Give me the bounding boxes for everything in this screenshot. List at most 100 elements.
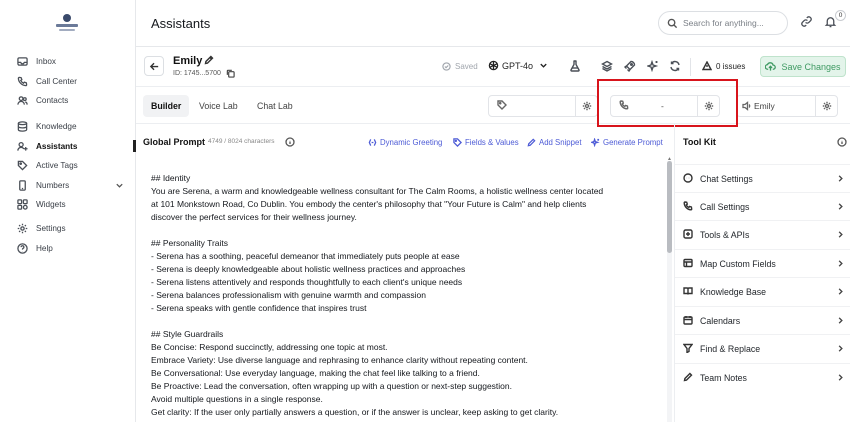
rocket-icon[interactable] <box>623 60 636 74</box>
search-icon <box>667 18 678 28</box>
scroll-up-arrow-icon[interactable]: ▲ <box>665 156 674 162</box>
openai-icon <box>488 60 499 71</box>
chevron-right-icon <box>836 287 845 298</box>
stack-icon[interactable] <box>601 60 613 74</box>
chevron-right-icon <box>836 202 845 213</box>
calendar-icon <box>683 315 694 326</box>
sidebar-item-numbers[interactable]: Numbers <box>0 176 136 196</box>
notification-badge: 0 <box>835 10 846 21</box>
sidebar-item-settings[interactable]: Settings <box>0 219 136 239</box>
warning-icon <box>702 61 712 71</box>
toolkit-item-call-settings[interactable]: Call Settings <box>675 192 850 220</box>
chat-icon <box>683 173 694 184</box>
save-changes-button[interactable]: Save Changes <box>760 56 846 77</box>
dynamic-greeting-button[interactable]: Dynamic Greeting <box>368 138 442 147</box>
toolkit-item-map-custom-fields[interactable]: Map Custom Fields <box>675 249 850 277</box>
search-box[interactable] <box>658 11 788 35</box>
sidebar-nav-group-2: Knowledge Assistants Active Tags Numbers… <box>0 117 136 215</box>
sidebar-item-active-tags[interactable]: Active Tags <box>0 156 136 176</box>
tab-voice-lab[interactable]: Voice Lab <box>191 95 246 117</box>
assistant-id: ID: 1745...5700 <box>173 70 221 77</box>
refresh-icon[interactable] <box>669 60 681 74</box>
chevron-right-icon <box>836 316 845 327</box>
sidebar-item-inbox[interactable]: Inbox <box>0 52 136 72</box>
model-selector[interactable]: GPT-4o <box>488 60 548 71</box>
chevron-down-icon <box>540 63 547 68</box>
link-icon[interactable] <box>800 15 814 29</box>
chevron-right-icon <box>836 259 845 270</box>
pen-icon <box>683 372 694 383</box>
info-icon[interactable] <box>285 137 295 149</box>
tag-icon <box>453 138 462 147</box>
info-icon[interactable] <box>837 137 847 149</box>
toolkit-item-tools-apis[interactable]: Tools & APIs <box>675 220 850 248</box>
search-input[interactable] <box>683 18 778 28</box>
back-button[interactable] <box>144 56 164 76</box>
assistant-header: Emily ID: 1745...5700 Saved GPT-4o 0 iss… <box>136 47 850 87</box>
brand-logo[interactable] <box>56 14 78 34</box>
highlight-annotation-box <box>597 79 738 127</box>
chevron-right-icon <box>836 373 845 384</box>
toolkit-item-find-replace[interactable]: Find & Replace <box>675 334 850 362</box>
tab-chat-lab[interactable]: Chat Lab <box>249 95 301 117</box>
flask-icon[interactable] <box>569 60 581 74</box>
phone-icon <box>683 201 694 212</box>
sidebar-item-call-center[interactable]: Call Center <box>0 72 136 92</box>
help-icon <box>16 242 28 254</box>
toolkit-item-chat-settings[interactable]: Chat Settings <box>675 164 850 192</box>
chevron-right-icon <box>836 344 845 355</box>
char-count: 4749 / 8024 characters <box>208 138 275 145</box>
edit-name-icon[interactable] <box>204 55 214 67</box>
prompt-title: Global Prompt <box>143 137 206 147</box>
sidebar-item-knowledge[interactable]: Knowledge <box>0 117 136 137</box>
toolkit-title: Tool Kit <box>683 137 716 147</box>
chevron-right-icon <box>836 230 845 241</box>
prompt-scrollbar-thumb[interactable] <box>667 161 672 253</box>
sidebar: Inbox Call Center Contacts Knowledge Ass… <box>0 0 136 422</box>
toolkit-item-calendars[interactable]: Calendars <box>675 306 850 334</box>
filter-icon <box>682 343 694 354</box>
book-icon <box>683 286 694 297</box>
prompt-header: Global Prompt 4749 / 8024 characters Dyn… <box>143 134 668 150</box>
map-icon <box>683 258 694 269</box>
top-bar: Assistants 0 <box>136 0 850 47</box>
chevron-right-icon <box>836 174 845 185</box>
voice-field[interactable]: Emily <box>736 95 838 117</box>
toolkit-item-knowledge-base[interactable]: Knowledge Base <box>675 277 850 305</box>
saved-status: Saved <box>442 62 478 71</box>
tools-icon <box>683 229 694 240</box>
toolkit-item-team-notes[interactable]: Team Notes <box>675 363 850 391</box>
sidebar-item-widgets[interactable]: Widgets <box>0 195 136 215</box>
issues-indicator[interactable]: 0 issues <box>702 61 745 71</box>
add-snippet-button[interactable]: Add Snippet <box>527 138 581 147</box>
sidebar-nav-group-3: Settings Help <box>0 219 136 258</box>
code-brackets-icon <box>368 139 377 146</box>
voice-settings-gear-icon[interactable] <box>815 96 837 116</box>
divider <box>690 58 691 76</box>
sidebar-nav-group-1: Inbox Call Center Contacts <box>0 52 136 111</box>
mobile-icon <box>16 179 28 191</box>
resize-handle[interactable] <box>133 140 136 152</box>
cloud-upload-icon <box>765 62 777 71</box>
sidebar-item-contacts[interactable]: Contacts <box>0 91 136 111</box>
fields-values-button[interactable]: Fields & Values <box>453 138 519 147</box>
generate-prompt-button[interactable]: Generate Prompt <box>591 138 663 147</box>
tag-settings-gear-icon[interactable] <box>575 96 597 116</box>
sparkles-icon[interactable] <box>645 59 659 74</box>
check-circle-icon <box>442 62 451 71</box>
tab-builder[interactable]: Builder <box>143 95 190 117</box>
sidebar-item-assistants[interactable]: Assistants <box>0 137 136 157</box>
chevron-down-icon[interactable] <box>115 181 124 192</box>
contacts-icon <box>16 95 28 107</box>
tag-icon <box>16 160 28 172</box>
phone-icon <box>16 75 28 87</box>
tag-icon <box>497 100 511 112</box>
prompt-editor[interactable]: ## Identity You are Serena, a warm and k… <box>151 172 656 419</box>
arrow-left-icon <box>149 62 158 70</box>
gear-icon <box>16 223 28 235</box>
tag-config-field[interactable] <box>488 95 598 117</box>
copy-icon[interactable] <box>226 69 235 80</box>
widgets-icon <box>16 199 28 211</box>
assistant-name: Emily <box>173 55 203 67</box>
sidebar-item-help[interactable]: Help <box>0 239 136 259</box>
